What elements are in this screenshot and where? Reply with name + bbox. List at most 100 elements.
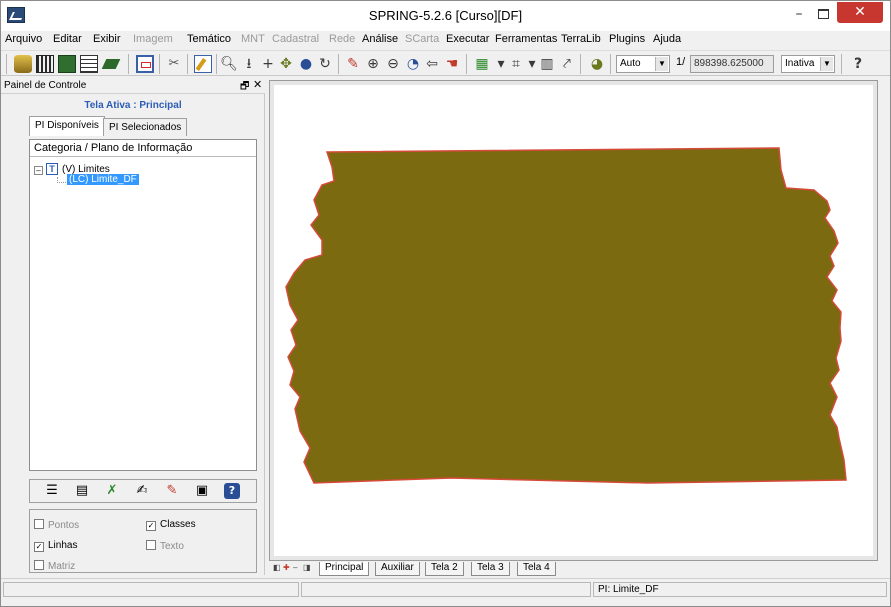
back-arrow-icon[interactable]: ⇦: [423, 55, 441, 73]
checkbox-label: Matriz: [48, 561, 76, 572]
menu-cadastral[interactable]: Cadastral: [272, 33, 319, 45]
menu-bar: Arquivo Editar Exibir Imagem Temático MN…: [1, 31, 890, 49]
menu-rede[interactable]: Rede: [329, 33, 355, 45]
menu-ajuda[interactable]: Ajuda: [653, 33, 681, 45]
menu-tematico[interactable]: Temático: [187, 33, 231, 45]
menu-imagem[interactable]: Imagem: [133, 33, 173, 45]
menu-executar[interactable]: Executar: [446, 33, 489, 45]
panel-tools: ☰ ▤ ✗ ✍ ✎ ▣ ?: [29, 479, 257, 503]
active-screen-label: Tela Ativa : Principal: [84, 100, 182, 111]
help-icon[interactable]: ?: [224, 483, 240, 499]
cut-icon[interactable]: ✂: [165, 55, 183, 73]
window-icon[interactable]: [136, 55, 154, 73]
menu-plugins[interactable]: Plugins: [609, 33, 645, 45]
spring-window: SPRING-5.2.6 [Curso][DF] – ✕ Arquivo Edi…: [0, 0, 891, 607]
toolbar-separator: [159, 54, 160, 74]
cursor-icon[interactable]: ⤤: [558, 55, 576, 73]
tab-tela-3[interactable]: Tela 3: [471, 562, 510, 576]
close-panel-icon[interactable]: ✕: [253, 78, 262, 91]
edit-icon[interactable]: [194, 55, 212, 73]
checkbox-label: Texto: [160, 541, 184, 552]
float-panel-icon[interactable]: 🗗: [240, 79, 249, 96]
status-cell-empty: [301, 582, 591, 597]
menu-arquivo[interactable]: Arquivo: [5, 33, 42, 45]
database-icon[interactable]: [14, 55, 32, 73]
properties-icon[interactable]: ▣: [194, 483, 210, 499]
menu-terralib[interactable]: TerraLib: [561, 33, 601, 45]
drawing-icon[interactable]: [101, 59, 121, 69]
table-icon[interactable]: [80, 55, 98, 73]
mode-select[interactable]: Auto ▼: [616, 55, 670, 73]
chevron-down-icon: ▼: [820, 57, 833, 71]
draw-icon[interactable]: ✎: [164, 483, 180, 499]
tree-header: Categoria / Plano de Informação: [30, 140, 256, 157]
panel-header: Painel de Controle 🗗 ✕: [1, 78, 265, 94]
tab-auxiliar[interactable]: Auxiliar: [375, 562, 420, 576]
close-button[interactable]: ✕: [837, 2, 883, 23]
checkbox-box: ✓: [34, 542, 44, 552]
tree-item-limite-df[interactable]: (LC) Limite_DF: [67, 174, 139, 185]
tab-pi-selecionados[interactable]: PI Selecionados: [103, 118, 188, 136]
edit-layer-icon[interactable]: ✍: [134, 483, 150, 499]
list-icon[interactable]: ☰: [44, 483, 60, 499]
tab-pi-disponiveis[interactable]: PI Disponíveis: [29, 116, 105, 136]
menu-mnt[interactable]: MNT: [241, 33, 265, 45]
menu-scarta[interactable]: SCarta: [405, 33, 439, 45]
tab-principal[interactable]: Principal: [319, 562, 370, 576]
map-canvas[interactable]: [274, 85, 873, 556]
checkbox-matriz[interactable]: Matriz: [34, 560, 75, 572]
tree-connector: [57, 177, 66, 183]
toolbar-separator: [466, 54, 467, 74]
zoom-area-icon[interactable]: ◔: [404, 55, 422, 73]
maximize-button[interactable]: [812, 5, 836, 25]
checkbox-texto[interactable]: Texto: [146, 540, 184, 552]
limite-df-polygon[interactable]: [285, 147, 847, 484]
minimize-button[interactable]: –: [787, 5, 811, 25]
toolbar-separator: [216, 54, 217, 74]
hand-icon[interactable]: ☚: [443, 55, 461, 73]
status-active-pi: PI: Limite_DF: [593, 582, 887, 597]
menu-exibir[interactable]: Exibir: [93, 33, 121, 45]
grid-icon[interactable]: ▥: [538, 55, 556, 73]
model-icon[interactable]: [58, 55, 76, 73]
main-toolbar: ✂ 🔍︎ ⭳ + ✥ ● ↻ ✎ ⊕ ⊖ ◔ ⇦ ☚ ▦ ▾ ⌗ ▾ ▥ ⤤ ◕…: [1, 50, 890, 76]
tab-tela-2[interactable]: Tela 2: [425, 562, 464, 576]
window-title: SPRING-5.2.6 [Curso][DF]: [368, 8, 523, 23]
scale-input[interactable]: 898398.625000: [690, 55, 774, 73]
pencil-icon[interactable]: ✎: [344, 55, 362, 73]
checkbox-pontos[interactable]: Pontos: [34, 519, 79, 531]
project-icon[interactable]: [36, 55, 54, 73]
checkbox-box: ✓: [146, 521, 156, 531]
remove-tab-icon[interactable]: –: [293, 563, 297, 572]
palette-icon[interactable]: ◕: [588, 55, 606, 73]
tab-tela-4[interactable]: Tela 4: [517, 562, 556, 576]
visual-icon[interactable]: ✗: [104, 483, 120, 499]
menu-editar[interactable]: Editar: [53, 33, 82, 45]
control-panel: Painel de Controle 🗗 ✕ Tela Ativa : Prin…: [1, 78, 265, 575]
checkbox-label: Pontos: [48, 520, 80, 531]
checkbox-linhas[interactable]: ✓ Linhas: [34, 540, 77, 552]
status-select[interactable]: Inativa ▼: [781, 55, 835, 73]
first-tab-icon[interactable]: ◧: [273, 563, 281, 572]
add-tab-icon[interactable]: ✚: [283, 563, 290, 572]
legend-icon[interactable]: ▤: [74, 483, 90, 499]
collapse-icon[interactable]: –: [34, 166, 43, 175]
zoom-out-icon[interactable]: ⊖: [384, 55, 402, 73]
search-icon[interactable]: 🔍︎: [220, 55, 238, 73]
toolbar-separator: [580, 54, 581, 74]
last-tab-icon[interactable]: ◨: [303, 563, 311, 572]
pan-icon[interactable]: ✥: [277, 55, 295, 73]
refresh-icon[interactable]: ↻: [316, 55, 334, 73]
help-icon[interactable]: ?: [849, 55, 867, 73]
menu-ferramentas[interactable]: Ferramentas: [495, 33, 557, 45]
layers-icon[interactable]: ▦: [473, 55, 491, 73]
checkbox-classes[interactable]: ✓ Classes: [146, 519, 196, 531]
info-icon[interactable]: ●: [297, 55, 315, 73]
down-arrow-icon[interactable]: ⭳: [240, 55, 258, 73]
toolbar-separator: [187, 54, 188, 74]
checkbox-label: Classes: [160, 519, 196, 530]
zoom-in-icon[interactable]: ⊕: [364, 55, 382, 73]
menu-analise[interactable]: Análise: [362, 33, 398, 45]
status-cell-empty: [3, 582, 299, 597]
plus-icon[interactable]: +: [259, 55, 277, 73]
